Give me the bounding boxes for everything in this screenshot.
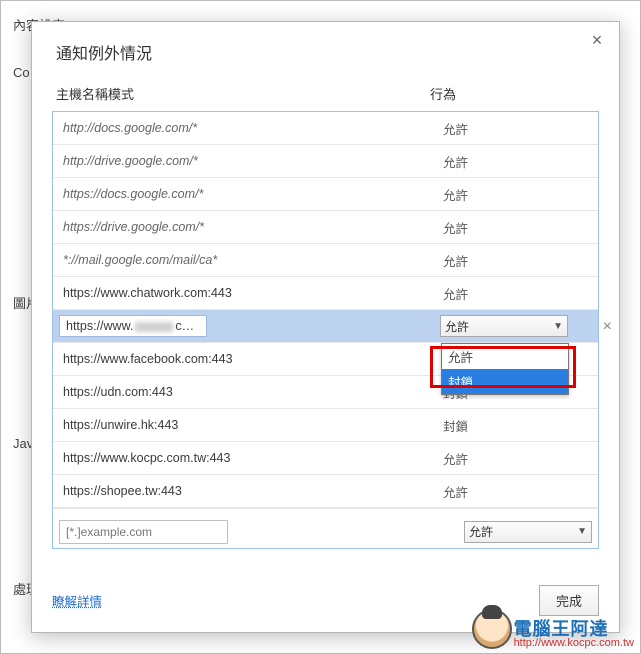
- table-row[interactable]: https://www.kocpc.com.tw:443允許: [53, 442, 598, 475]
- th-host: 主機名稱模式: [56, 84, 430, 103]
- table-row[interactable]: https://drive.google.com/*允許: [53, 211, 598, 244]
- remove-icon[interactable]: ×: [603, 318, 612, 336]
- host-pattern: https://www.chatwork.com:443: [59, 286, 443, 300]
- host-pattern: https://unwire.hk:443: [59, 418, 443, 432]
- behavior-value: 允許: [443, 218, 568, 237]
- avatar-icon: [472, 609, 512, 649]
- exceptions-table: http://docs.google.com/*允許 http://drive.…: [52, 111, 599, 549]
- table-row-selected[interactable]: https://www.com:4 允許▼ ×: [53, 310, 598, 343]
- table-row[interactable]: https://shopee.tw:443允許: [53, 475, 598, 508]
- option-allow[interactable]: 允許: [442, 344, 568, 369]
- behavior-dropdown[interactable]: 允許 封鎖: [441, 343, 569, 395]
- bg-cookies: Co: [13, 65, 30, 80]
- learn-more-link[interactable]: 瞭解詳情: [52, 591, 102, 610]
- behavior-value: 封鎖: [443, 416, 568, 435]
- close-icon[interactable]: ×: [587, 30, 607, 50]
- watermark-text: 電腦王阿達: [514, 620, 634, 638]
- exceptions-modal: × 通知例外情況 主機名稱模式 行為 http://docs.google.co…: [31, 21, 620, 633]
- behavior-select[interactable]: 允許▼: [440, 315, 568, 337]
- table-row[interactable]: https://docs.google.com/*允許: [53, 178, 598, 211]
- host-pattern: https://shopee.tw:443: [59, 484, 443, 498]
- chevron-down-icon: ▼: [553, 321, 567, 332]
- blurred-host: [135, 322, 173, 332]
- table-row[interactable]: https://unwire.hk:443封鎖: [53, 409, 598, 442]
- table-row[interactable]: http://docs.google.com/*允許: [53, 112, 598, 145]
- chevron-down-icon: ▼: [577, 526, 591, 537]
- behavior-value: 允許: [443, 185, 568, 204]
- host-pattern: https://docs.google.com/*: [59, 187, 443, 201]
- th-behavior: 行為: [430, 84, 595, 103]
- table-header: 主機名稱模式 行為: [52, 78, 599, 111]
- table-row[interactable]: https://www.chatwork.com:443允許: [53, 277, 598, 310]
- watermark-url: http://www.kocpc.com.tw: [514, 638, 634, 649]
- option-block[interactable]: 封鎖: [442, 369, 568, 394]
- behavior-value: 允許: [443, 251, 568, 270]
- behavior-value: 允許: [443, 152, 568, 171]
- watermark: 電腦王阿達 http://www.kocpc.com.tw: [472, 609, 634, 649]
- behavior-value: 允許: [443, 482, 568, 501]
- add-behavior-select[interactable]: 允許▼: [464, 521, 592, 543]
- modal-title: 通知例外情況: [32, 22, 619, 78]
- behavior-value: 允許: [443, 119, 568, 138]
- host-pattern: *://mail.google.com/mail/ca*: [59, 253, 443, 267]
- add-host-input[interactable]: [59, 520, 228, 544]
- host-pattern: http://drive.google.com/*: [59, 154, 443, 168]
- add-row: 允許▼: [53, 508, 598, 548]
- host-input[interactable]: https://www.com:4: [59, 315, 207, 337]
- host-pattern: https://www.facebook.com:443: [59, 352, 443, 366]
- behavior-value: 允許: [443, 284, 568, 303]
- table-row[interactable]: http://drive.google.com/*允許: [53, 145, 598, 178]
- host-pattern: https://drive.google.com/*: [59, 220, 443, 234]
- modal-content: 主機名稱模式 行為 http://docs.google.com/*允許 htt…: [32, 78, 619, 549]
- behavior-value: 允許: [443, 449, 568, 468]
- host-pattern: https://www.kocpc.com.tw:443: [59, 451, 443, 465]
- table-row[interactable]: *://mail.google.com/mail/ca*允許: [53, 244, 598, 277]
- host-pattern: https://udn.com:443: [59, 385, 443, 399]
- host-pattern: http://docs.google.com/*: [59, 121, 443, 135]
